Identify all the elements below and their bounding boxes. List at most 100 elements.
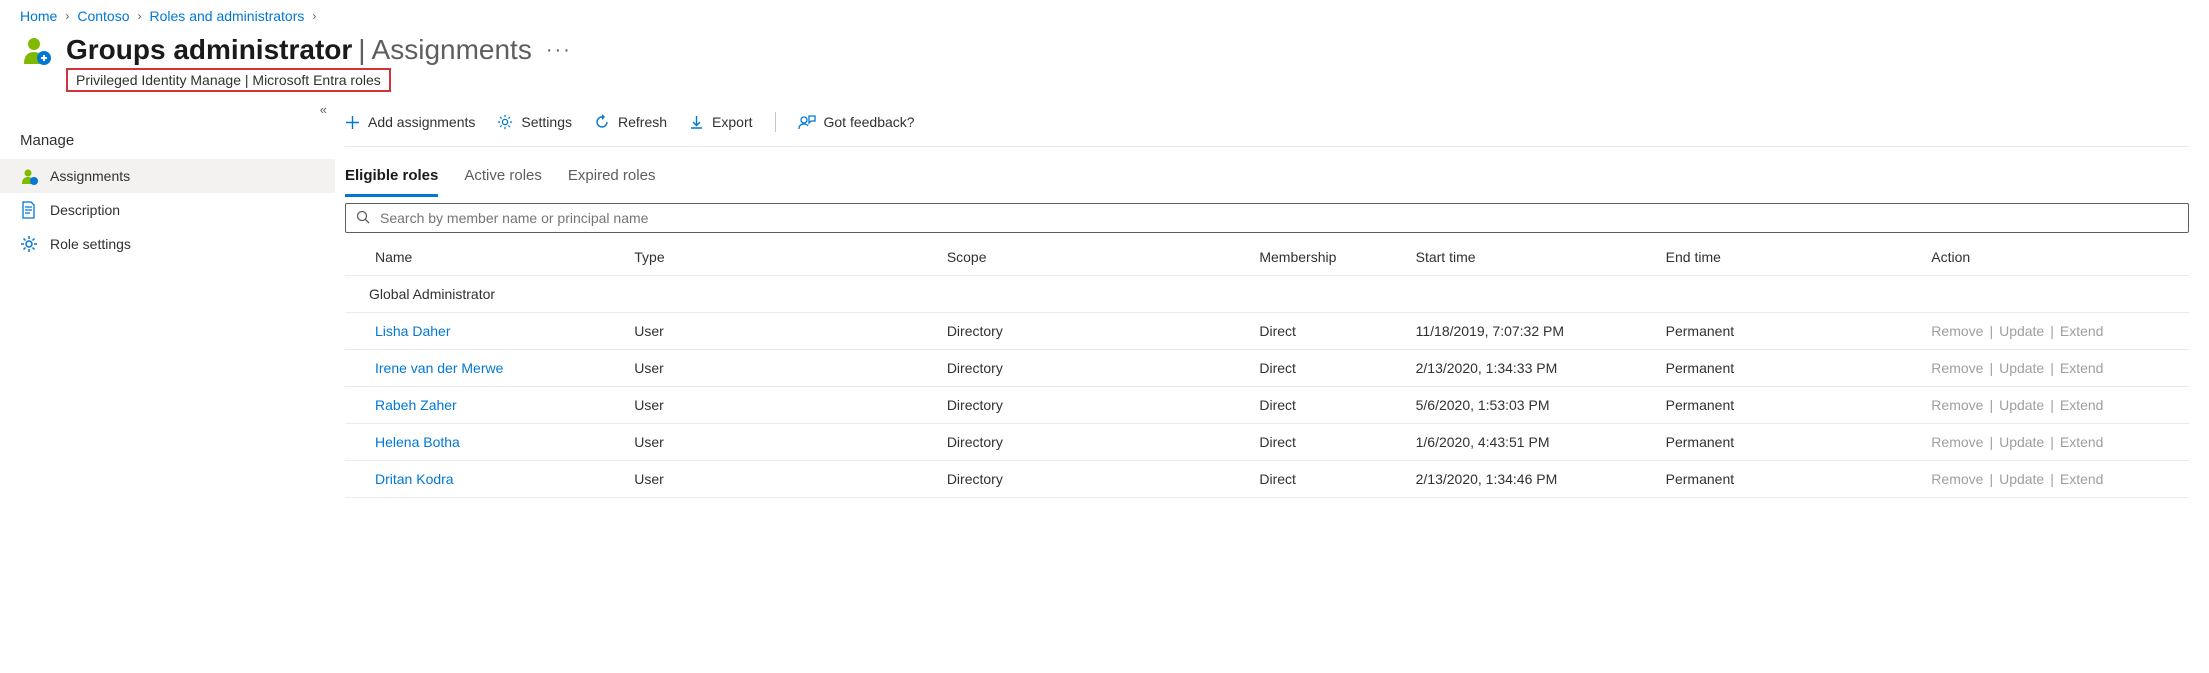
cell-membership: Direct bbox=[1251, 387, 1407, 424]
cell-actions: Remove|Update|Extend bbox=[1923, 461, 2189, 498]
breadcrumb: Home › Contoso › Roles and administrator… bbox=[0, 0, 2209, 28]
search-input[interactable] bbox=[378, 209, 2178, 227]
member-link[interactable]: Helena Botha bbox=[375, 434, 460, 450]
subtitle-highlight: Privileged Identity Manage | Microsoft E… bbox=[66, 68, 391, 92]
add-assignments-button[interactable]: Add assignments bbox=[345, 114, 475, 130]
col-name[interactable]: Name bbox=[345, 239, 626, 276]
cell-actions: Remove|Update|Extend bbox=[1923, 387, 2189, 424]
col-scope[interactable]: Scope bbox=[939, 239, 1252, 276]
cell-scope: Directory bbox=[939, 424, 1252, 461]
toolbar: Add assignments Settings Refresh Export … bbox=[345, 102, 2189, 147]
refresh-button[interactable]: Refresh bbox=[594, 114, 667, 130]
sidebar: « Manage Assignments Description Role se… bbox=[0, 102, 335, 498]
cell-end: Permanent bbox=[1658, 424, 1924, 461]
col-start-time[interactable]: Start time bbox=[1408, 239, 1658, 276]
cell-end: Permanent bbox=[1658, 387, 1924, 424]
plus-icon bbox=[345, 115, 360, 130]
cell-type: User bbox=[626, 461, 939, 498]
tab-eligible-roles[interactable]: Eligible roles bbox=[345, 161, 438, 197]
person-role-icon bbox=[20, 34, 52, 66]
cell-end: Permanent bbox=[1658, 313, 1924, 350]
cell-scope: Directory bbox=[939, 313, 1252, 350]
toolbar-divider bbox=[775, 112, 776, 132]
refresh-icon bbox=[594, 114, 610, 130]
cell-start: 2/13/2020, 1:34:33 PM bbox=[1408, 350, 1658, 387]
page-title: Groups administrator|Assignments bbox=[66, 34, 532, 66]
action-update[interactable]: Update bbox=[1999, 471, 2044, 487]
action-remove[interactable]: Remove bbox=[1931, 434, 1983, 450]
breadcrumb-item[interactable]: Home bbox=[20, 8, 57, 24]
cell-start: 1/6/2020, 4:43:51 PM bbox=[1408, 424, 1658, 461]
more-button[interactable]: ··· bbox=[546, 39, 572, 62]
cell-start: 2/13/2020, 1:34:46 PM bbox=[1408, 461, 1658, 498]
action-extend[interactable]: Extend bbox=[2060, 471, 2104, 487]
sidebar-item-label: Assignments bbox=[50, 168, 130, 184]
col-action[interactable]: Action bbox=[1923, 239, 2189, 276]
table-row: Lisha Daher UserDirectoryDirect11/18/2019… bbox=[345, 313, 2189, 350]
table-row: Helena BothaUserDirectoryDirect1/6/2020,… bbox=[345, 424, 2189, 461]
action-remove[interactable]: Remove bbox=[1931, 323, 1983, 339]
settings-button[interactable]: Settings bbox=[497, 114, 572, 130]
action-extend[interactable]: Extend bbox=[2060, 323, 2104, 339]
action-extend[interactable]: Extend bbox=[2060, 434, 2104, 450]
action-remove[interactable]: Remove bbox=[1931, 360, 1983, 376]
action-remove[interactable]: Remove bbox=[1931, 471, 1983, 487]
table-row: Rabeh Zaher UserDirectoryDirect5/6/2020, … bbox=[345, 387, 2189, 424]
action-update[interactable]: Update bbox=[1999, 434, 2044, 450]
cell-start: 5/6/2020, 1:53:03 PM bbox=[1408, 387, 1658, 424]
cell-membership: Direct bbox=[1251, 313, 1407, 350]
breadcrumb-item[interactable]: Roles and administrators bbox=[150, 8, 305, 24]
action-update[interactable]: Update bbox=[1999, 360, 2044, 376]
table-header-row: Name Type Scope Membership Start time En… bbox=[345, 239, 2189, 276]
feedback-button[interactable]: Got feedback? bbox=[798, 114, 915, 130]
search-box[interactable] bbox=[345, 203, 2189, 233]
assignments-table: Name Type Scope Membership Start time En… bbox=[345, 239, 2189, 498]
cell-scope: Directory bbox=[939, 350, 1252, 387]
action-extend[interactable]: Extend bbox=[2060, 360, 2104, 376]
action-remove[interactable]: Remove bbox=[1931, 397, 1983, 413]
main-content: Add assignments Settings Refresh Export … bbox=[335, 102, 2209, 498]
member-link[interactable]: Irene van der Merwe bbox=[375, 360, 503, 376]
tab-expired-roles[interactable]: Expired roles bbox=[568, 161, 656, 197]
col-membership[interactable]: Membership bbox=[1251, 239, 1407, 276]
chevron-right-icon: › bbox=[65, 9, 69, 23]
action-extend[interactable]: Extend bbox=[2060, 397, 2104, 413]
feedback-icon bbox=[798, 114, 816, 130]
gear-icon bbox=[20, 235, 38, 253]
export-button[interactable]: Export bbox=[689, 114, 752, 130]
search-icon bbox=[356, 210, 370, 227]
chevron-right-icon: › bbox=[312, 9, 316, 23]
col-end-time[interactable]: End time bbox=[1658, 239, 1924, 276]
cell-type: User bbox=[626, 387, 939, 424]
action-update[interactable]: Update bbox=[1999, 323, 2044, 339]
member-link[interactable]: Dritan Kodra bbox=[375, 471, 454, 487]
gear-icon bbox=[497, 114, 513, 130]
chevron-right-icon: › bbox=[138, 9, 142, 23]
cell-type: User bbox=[626, 424, 939, 461]
sidebar-item-description[interactable]: Description bbox=[0, 193, 335, 227]
cell-type: User bbox=[626, 313, 939, 350]
col-type[interactable]: Type bbox=[626, 239, 939, 276]
collapse-sidebar-button[interactable]: « bbox=[320, 102, 323, 117]
tab-active-roles[interactable]: Active roles bbox=[464, 161, 542, 197]
cell-type: User bbox=[626, 350, 939, 387]
table-group-row: Global Administrator bbox=[345, 276, 2189, 313]
breadcrumb-item[interactable]: Contoso bbox=[77, 8, 129, 24]
cell-start: 11/18/2019, 7:07:32 PM bbox=[1408, 313, 1658, 350]
member-link[interactable]: Lisha Daher bbox=[375, 323, 451, 339]
cell-end: Permanent bbox=[1658, 350, 1924, 387]
action-update[interactable]: Update bbox=[1999, 397, 2044, 413]
member-link[interactable]: Rabeh Zaher bbox=[375, 397, 457, 413]
cell-membership: Direct bbox=[1251, 461, 1407, 498]
sidebar-section-label: Manage bbox=[0, 102, 335, 159]
tabs: Eligible roles Active roles Expired role… bbox=[345, 147, 2189, 197]
table-row: Irene van der Merwe UserDirectoryDirect2/… bbox=[345, 350, 2189, 387]
table-row: Dritan KodraUserDirectoryDirect2/13/2020… bbox=[345, 461, 2189, 498]
sidebar-item-label: Role settings bbox=[50, 236, 131, 252]
sidebar-item-role-settings[interactable]: Role settings bbox=[0, 227, 335, 261]
cell-membership: Direct bbox=[1251, 350, 1407, 387]
cell-end: Permanent bbox=[1658, 461, 1924, 498]
document-icon bbox=[20, 201, 38, 219]
cell-scope: Directory bbox=[939, 387, 1252, 424]
sidebar-item-assignments[interactable]: Assignments bbox=[0, 159, 335, 193]
